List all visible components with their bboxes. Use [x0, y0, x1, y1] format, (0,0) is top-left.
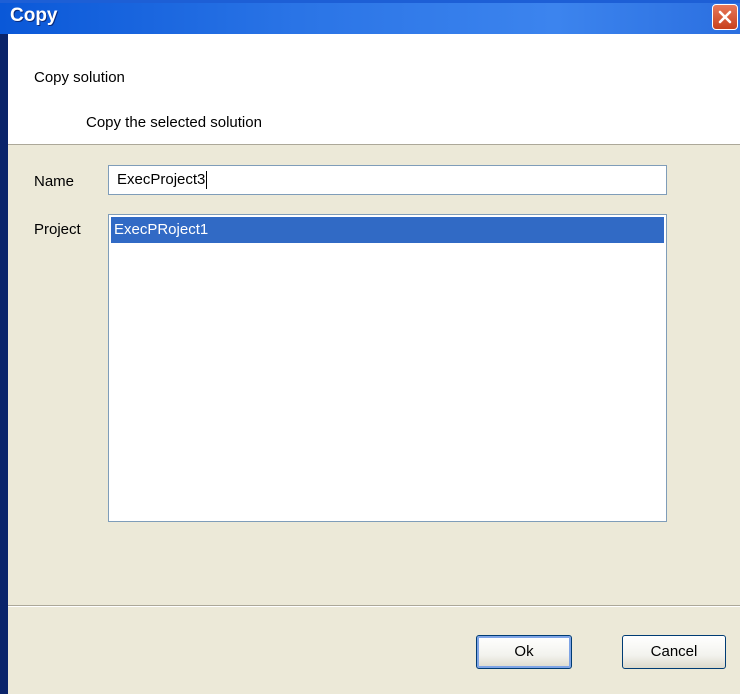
divider — [8, 605, 740, 607]
project-list[interactable]: ExecPRoject1 — [108, 214, 667, 522]
dialog-title: Copy — [10, 5, 58, 26]
text-caret — [206, 171, 208, 190]
header-description: Copy the selected solution — [86, 114, 262, 131]
header-panel: Copy solution Copy the selected solution — [8, 34, 740, 145]
copy-dialog: Copy Copy solution Copy the selected sol… — [0, 0, 740, 694]
ok-button[interactable]: Ok — [476, 635, 572, 669]
title-bar[interactable]: Copy — [0, 0, 740, 34]
name-input-value: ExecProject3 — [117, 171, 206, 188]
dialog-body: Copy solution Copy the selected solution… — [8, 34, 740, 694]
close-button[interactable] — [712, 4, 738, 30]
close-icon — [718, 10, 732, 24]
list-item[interactable]: ExecPRoject1 — [111, 217, 664, 243]
header-title: Copy solution — [34, 69, 125, 86]
cancel-button[interactable]: Cancel — [622, 635, 726, 669]
name-input[interactable]: ExecProject3 — [108, 165, 667, 195]
project-label: Project — [34, 221, 81, 238]
name-label: Name — [34, 173, 75, 190]
